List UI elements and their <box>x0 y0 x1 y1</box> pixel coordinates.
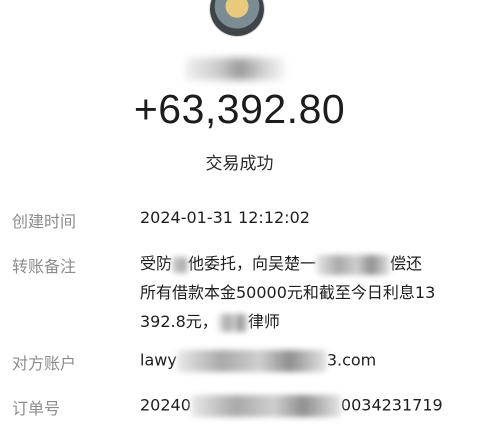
counterparty-suffix: 3.com <box>326 350 377 370</box>
memo-text-1c: 偿还 <box>390 254 423 273</box>
redacted-text <box>172 256 189 273</box>
counterparty-prefix: lawy <box>140 350 177 370</box>
memo-value: 受防 他委托，向吴楚一 偿还 所有借款本金50000元和截至今日利息13 392.8… <box>140 249 465 336</box>
transaction-amount: +63,392.80 <box>133 86 346 132</box>
user-avatar[interactable] <box>210 0 264 36</box>
order-prefix: 20240 <box>140 395 191 415</box>
transaction-status: 交易成功 <box>205 154 274 174</box>
redacted-text <box>316 254 391 275</box>
memo-text-3b: 律师 <box>247 312 280 331</box>
memo-text-1b: 他委托，向吴楚一 <box>188 254 317 273</box>
order-suffix: 0034231719 <box>340 395 443 415</box>
redacted-text <box>217 313 248 332</box>
transaction-detail-page: +63,392.80 交易成功 创建时间 2024-01-31 12:12:02… <box>0 0 479 435</box>
redacted-text <box>190 395 341 417</box>
memo-text-1a: 受防 <box>140 254 173 273</box>
redacted-text <box>176 350 327 372</box>
created-time-value: 2024-01-31 12:12:02 <box>140 208 310 227</box>
memo-line-3: 392.8元， 律师 <box>140 307 465 336</box>
memo-label: 转账备注 <box>12 257 77 276</box>
counterparty-value[interactable]: lawy 3.com <box>140 350 465 372</box>
order-label: 订单号 <box>12 399 61 418</box>
counterparty-label: 对方账户 <box>12 354 77 373</box>
memo-line-2: 所有借款本金50000元和截至今日利息13 <box>140 283 436 302</box>
memo-line-1: 受防 他委托，向吴楚一 偿还 <box>140 249 465 278</box>
created-time-label: 创建时间 <box>12 212 77 231</box>
redacted-payer-name <box>185 58 285 80</box>
order-value[interactable]: 20240 0034231719 <box>140 395 465 417</box>
memo-text-3a: 392.8元， <box>140 312 218 331</box>
